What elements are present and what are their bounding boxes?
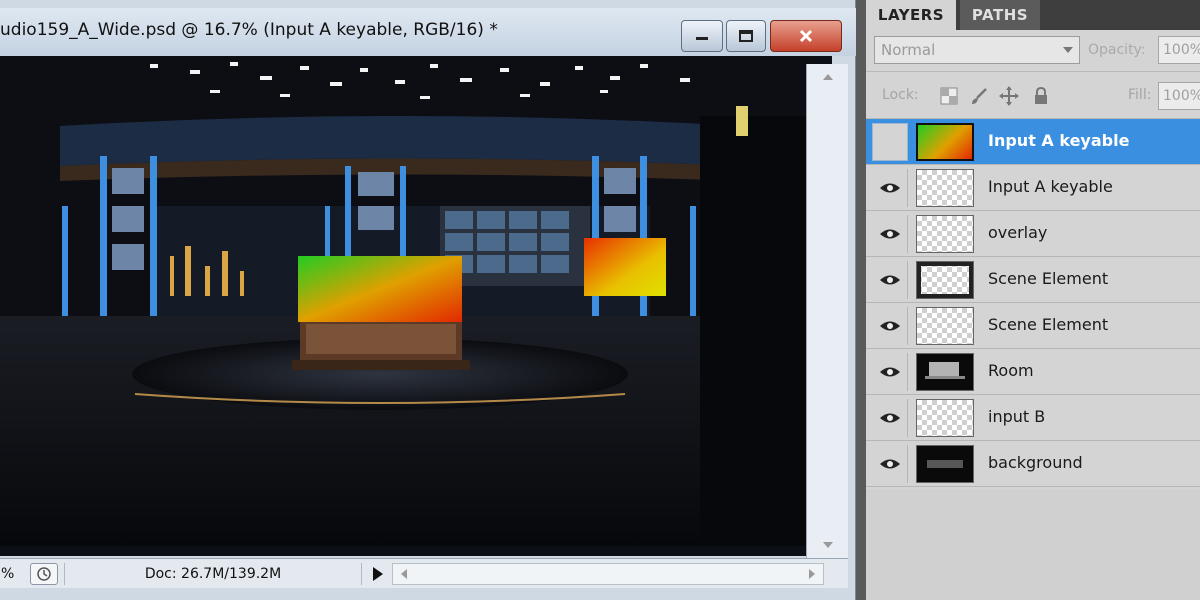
layer-row[interactable]: Scene Element bbox=[866, 257, 1200, 303]
panel-tabs: LAYERS PATHS bbox=[866, 0, 1200, 30]
lock-image-pixels-button[interactable] bbox=[968, 85, 990, 107]
arrow-up-icon bbox=[823, 74, 833, 80]
layer-thumbnail bbox=[916, 445, 974, 483]
scroll-up-arrow[interactable] bbox=[807, 66, 849, 88]
restore-icon bbox=[739, 30, 753, 42]
layer-row[interactable]: Room bbox=[866, 349, 1200, 395]
scroll-left-arrow[interactable] bbox=[395, 564, 413, 584]
blend-mode-select[interactable]: Normal bbox=[874, 36, 1080, 64]
checkerboard-icon bbox=[940, 87, 958, 105]
background-thumbnail-graphic bbox=[927, 460, 963, 468]
layer-row[interactable]: Input A keyable bbox=[866, 165, 1200, 211]
status-bar: % Doc: 26.7M/139.2M bbox=[0, 558, 848, 588]
minimize-icon bbox=[696, 37, 708, 40]
layer-name: background bbox=[988, 453, 1083, 472]
layer-thumbnail bbox=[916, 215, 974, 253]
opacity-label: Opacity: bbox=[1088, 42, 1146, 58]
layer-row[interactable]: Input A keyable bbox=[866, 119, 1200, 165]
layers-list: Input A keyable Input A keyable overlay … bbox=[866, 119, 1200, 489]
blend-mode-value: Normal bbox=[881, 41, 936, 59]
document-title-bar[interactable]: udio159_A_Wide.psd @ 16.7% (Input A keya… bbox=[0, 8, 856, 56]
move-icon bbox=[999, 86, 1019, 106]
layer-thumbnail bbox=[916, 353, 974, 391]
news-studio-image bbox=[0, 56, 806, 546]
close-icon bbox=[799, 29, 813, 43]
triangle-right-icon bbox=[373, 567, 383, 581]
maximize-button[interactable] bbox=[726, 20, 766, 52]
lock-position-button[interactable] bbox=[998, 85, 1020, 107]
layer-thumbnail bbox=[916, 307, 974, 345]
room-thumbnail-graphic bbox=[925, 362, 965, 379]
lock-label: Lock: bbox=[882, 87, 919, 103]
layer-thumbnail bbox=[916, 261, 974, 299]
lock-all-button[interactable] bbox=[1030, 85, 1052, 107]
eye-icon bbox=[879, 367, 900, 377]
fill-field[interactable]: 100% bbox=[1158, 82, 1200, 110]
layer-name: Scene Element bbox=[988, 269, 1109, 288]
scroll-right-arrow[interactable] bbox=[803, 564, 821, 584]
zoom-field[interactable]: % bbox=[0, 563, 22, 585]
arrow-down-icon bbox=[823, 542, 833, 548]
chevron-down-icon bbox=[1063, 47, 1073, 53]
horizontal-scrollbar[interactable] bbox=[392, 563, 824, 585]
visibility-toggle[interactable] bbox=[872, 169, 908, 207]
visibility-toggle[interactable] bbox=[872, 353, 908, 391]
layer-row[interactable]: background bbox=[866, 441, 1200, 487]
layers-panel: LAYERS PATHS Normal Opacity: 100% Lock: … bbox=[866, 0, 1200, 600]
status-menu-button[interactable] bbox=[30, 563, 58, 585]
visibility-toggle[interactable] bbox=[872, 261, 908, 299]
document-title: udio159_A_Wide.psd @ 16.7% (Input A keya… bbox=[0, 20, 498, 40]
document-canvas[interactable] bbox=[0, 56, 832, 556]
layer-name: Input A keyable bbox=[988, 177, 1113, 196]
layers-panel-empty-area bbox=[866, 489, 1200, 600]
eye-icon bbox=[879, 413, 900, 423]
visibility-toggle[interactable] bbox=[872, 307, 908, 345]
brush-icon bbox=[972, 88, 987, 104]
layer-thumbnail bbox=[916, 399, 974, 437]
lock-options-row: Lock: Fill: 100% bbox=[866, 73, 1200, 119]
document-window: udio159_A_Wide.psd @ 16.7% (Input A keya… bbox=[0, 0, 856, 600]
eye-icon bbox=[879, 459, 900, 469]
layer-row[interactable]: input B bbox=[866, 395, 1200, 441]
layer-name: Room bbox=[988, 361, 1034, 380]
clock-icon bbox=[37, 567, 51, 581]
status-popup-arrow[interactable] bbox=[366, 563, 390, 585]
lock-transparent-pixels-button[interactable] bbox=[938, 85, 960, 107]
eye-icon bbox=[879, 229, 900, 239]
lock-icon bbox=[1035, 87, 1047, 104]
visibility-toggle[interactable] bbox=[872, 399, 908, 437]
eye-icon bbox=[879, 321, 900, 331]
minimize-button[interactable] bbox=[681, 20, 723, 52]
opacity-field[interactable]: 100% bbox=[1158, 36, 1200, 64]
close-button[interactable] bbox=[770, 20, 842, 52]
layer-name: Input A keyable bbox=[988, 131, 1130, 150]
visibility-toggle[interactable] bbox=[872, 215, 908, 253]
layer-name: input B bbox=[988, 407, 1046, 426]
arrow-right-icon bbox=[809, 569, 815, 579]
layer-row[interactable]: Scene Element bbox=[866, 303, 1200, 349]
eye-icon bbox=[879, 275, 900, 285]
arrow-left-icon bbox=[401, 569, 407, 579]
layer-thumbnail bbox=[916, 123, 974, 161]
fill-label: Fill: bbox=[1128, 87, 1152, 103]
layer-name: Scene Element bbox=[988, 315, 1109, 334]
blend-options-row: Normal Opacity: 100% bbox=[866, 30, 1200, 72]
tab-paths[interactable]: PATHS bbox=[960, 0, 1040, 30]
tab-layers[interactable]: LAYERS bbox=[866, 0, 956, 30]
visibility-toggle[interactable] bbox=[872, 123, 908, 161]
document-size-info: Doc: 26.7M/139.2M bbox=[64, 563, 362, 585]
eye-icon bbox=[879, 183, 900, 193]
vertical-scrollbar[interactable] bbox=[806, 64, 848, 558]
visibility-toggle[interactable] bbox=[872, 445, 908, 483]
layer-thumbnail bbox=[916, 169, 974, 207]
layer-row[interactable]: overlay bbox=[866, 211, 1200, 257]
layer-name: overlay bbox=[988, 223, 1048, 242]
scroll-down-arrow[interactable] bbox=[807, 534, 849, 556]
